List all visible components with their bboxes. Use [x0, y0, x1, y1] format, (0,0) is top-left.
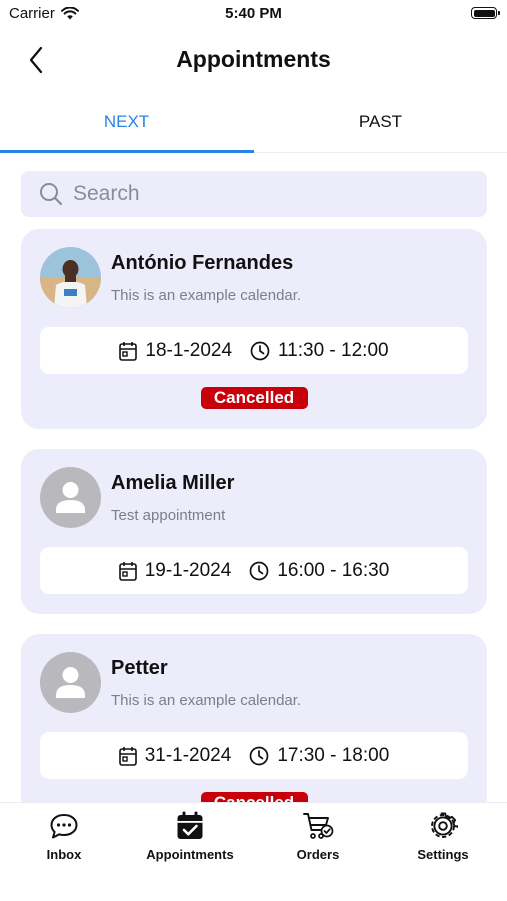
clock-icon — [249, 561, 269, 580]
search-input[interactable]: Search — [21, 171, 487, 217]
search-placeholder: Search — [73, 182, 140, 205]
date-time-box: 19-1-2024 16:00 - 16:30 — [40, 547, 468, 594]
nav-appointments[interactable]: Appointments — [140, 809, 240, 862]
chat-bubble-icon — [50, 814, 78, 839]
appointment-description: This is an example calendar. — [111, 692, 302, 709]
default-person-icon — [56, 482, 85, 513]
status-badge: Cancelled — [200, 387, 308, 409]
nav-label: Orders — [296, 847, 340, 862]
avatar — [40, 247, 101, 308]
nav-orders[interactable]: Orders — [283, 809, 353, 862]
active-tab-indicator — [0, 150, 254, 153]
appointment-time: 11:30 - 12:00 — [278, 339, 389, 361]
appointment-date: 18-1-2024 — [145, 339, 233, 361]
avatar — [40, 467, 101, 528]
clock-icon — [250, 341, 270, 360]
nav-inbox[interactable]: Inbox — [29, 809, 99, 862]
patient-name: Petter — [111, 657, 168, 679]
date-time-box: 18-1-2024 11:30 - 12:00 — [40, 327, 468, 374]
appointment-description: This is an example calendar. — [111, 287, 302, 304]
calendar-check-icon — [177, 811, 203, 839]
gear-icon — [431, 812, 458, 838]
appointment-time: 17:30 - 18:00 — [277, 744, 390, 766]
page-title: Appointments — [176, 46, 331, 72]
nav-label: Settings — [417, 847, 469, 862]
tab-bar: NEXT PAST — [0, 100, 507, 153]
default-person-icon — [56, 667, 85, 698]
appointment-card[interactable]: António Fernandes This is an example cal… — [21, 229, 487, 429]
appointment-date: 31-1-2024 — [144, 744, 232, 766]
status-bar: Carrier 5:40 PM — [0, 0, 507, 30]
cart-check-icon — [303, 813, 334, 839]
calendar-icon — [119, 341, 138, 361]
tab-next[interactable]: NEXT — [0, 100, 253, 150]
calendar-icon — [118, 561, 137, 581]
patient-name: Amelia Miller — [111, 472, 235, 494]
appointment-date: 19-1-2024 — [144, 559, 232, 581]
bottom-tab-bar: Inbox Appointments Orders Settings — [0, 802, 507, 901]
status-time: 5:40 PM — [225, 5, 282, 22]
nav-label: Appointments — [146, 847, 234, 862]
appointment-description: Test appointment — [111, 507, 226, 524]
battery-icon — [471, 7, 500, 19]
calendar-icon — [118, 746, 137, 766]
nav-label: Inbox — [46, 847, 82, 862]
avatar — [40, 652, 101, 713]
appointment-card[interactable]: Amelia Miller Test appointment 19-1-2024… — [21, 449, 487, 614]
clock-icon — [249, 746, 269, 765]
tab-past[interactable]: PAST — [254, 100, 507, 150]
nav-settings[interactable]: Settings — [408, 809, 478, 862]
nav-header: Appointments — [0, 38, 507, 82]
appointment-time: 16:00 - 16:30 — [277, 559, 390, 581]
patient-name: António Fernandes — [111, 252, 294, 274]
date-time-box: 31-1-2024 17:30 - 18:00 — [40, 732, 468, 779]
search-icon — [40, 183, 63, 206]
